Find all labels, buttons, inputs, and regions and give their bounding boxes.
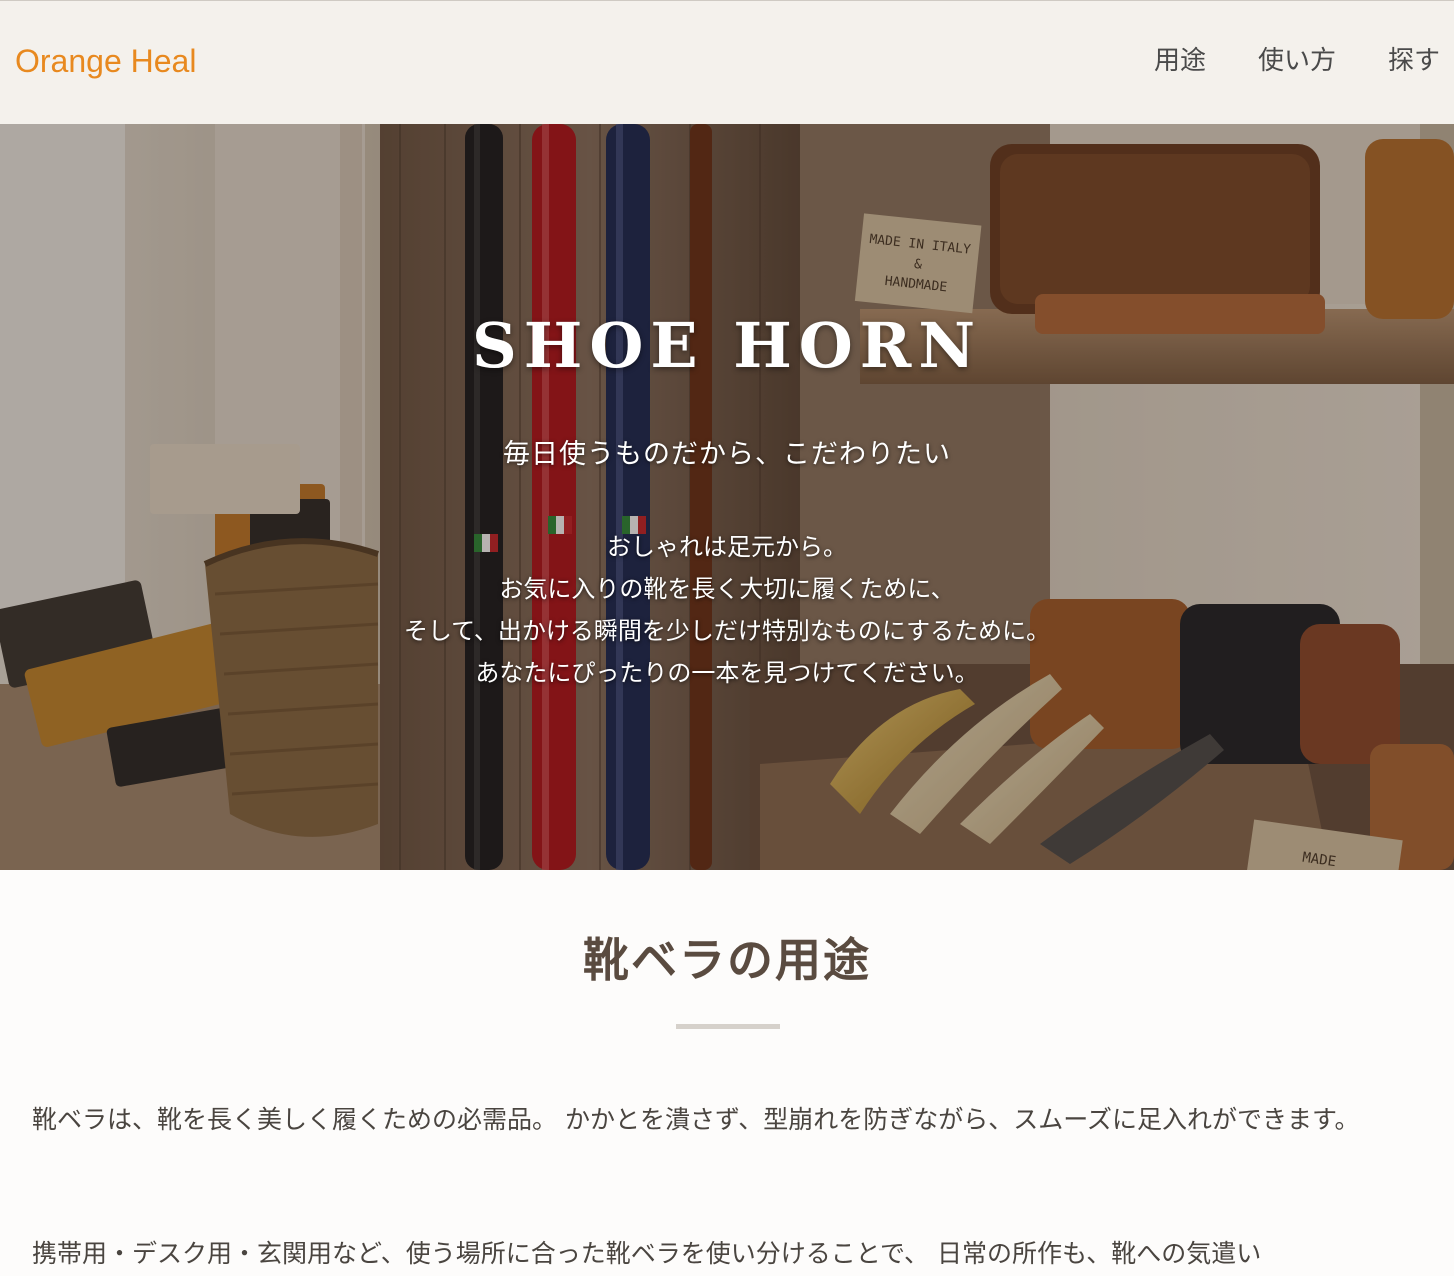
- hero-section: MADE IN ITALY & HANDMADE MADE SHOE HORN …: [0, 124, 1454, 870]
- main-nav: 用途 使い方 探す: [1154, 39, 1454, 83]
- hero-description: おしゃれは足元から。 お気に入りの靴を長く大切に履くために、 そして、出かける瞬…: [0, 526, 1454, 694]
- hero-line: あなたにぴったりの一本を見つけてください。: [475, 659, 979, 687]
- hero-line: お気に入りの靴を長く大切に履くために、: [499, 575, 955, 603]
- usage-paragraph: 携帯用・デスク用・玄関用など、使う場所に合った靴ベラを使い分けることで、 日常の…: [32, 1239, 1262, 1268]
- hero-line: そして、出かける瞬間を少しだけ特別なものにするために。: [403, 617, 1051, 645]
- brand-logo-link[interactable]: Orange Heal: [15, 41, 196, 81]
- hero-title: SHOE HORN: [472, 309, 982, 382]
- nav-link-usage[interactable]: 用途: [1154, 39, 1206, 83]
- nav-link-find[interactable]: 探す: [1388, 39, 1440, 83]
- nav-link-how-to-use[interactable]: 使い方: [1258, 39, 1336, 83]
- hero-overlay: [0, 124, 1454, 870]
- hero-subtitle: 毎日使うものだから、こだわりたい: [503, 439, 951, 470]
- hero-line: おしゃれは足元から。: [607, 533, 847, 561]
- usage-paragraph: 靴ベラは、靴を長く美しく履くための必需品。 かかとを潰さず、型崩れを防ぎながら、…: [32, 1105, 1360, 1134]
- site-header: Orange Heal 用途 使い方 探す: [0, 0, 1454, 124]
- section-divider: [676, 1024, 780, 1029]
- section-title-usage: 靴ベラの用途: [583, 933, 871, 987]
